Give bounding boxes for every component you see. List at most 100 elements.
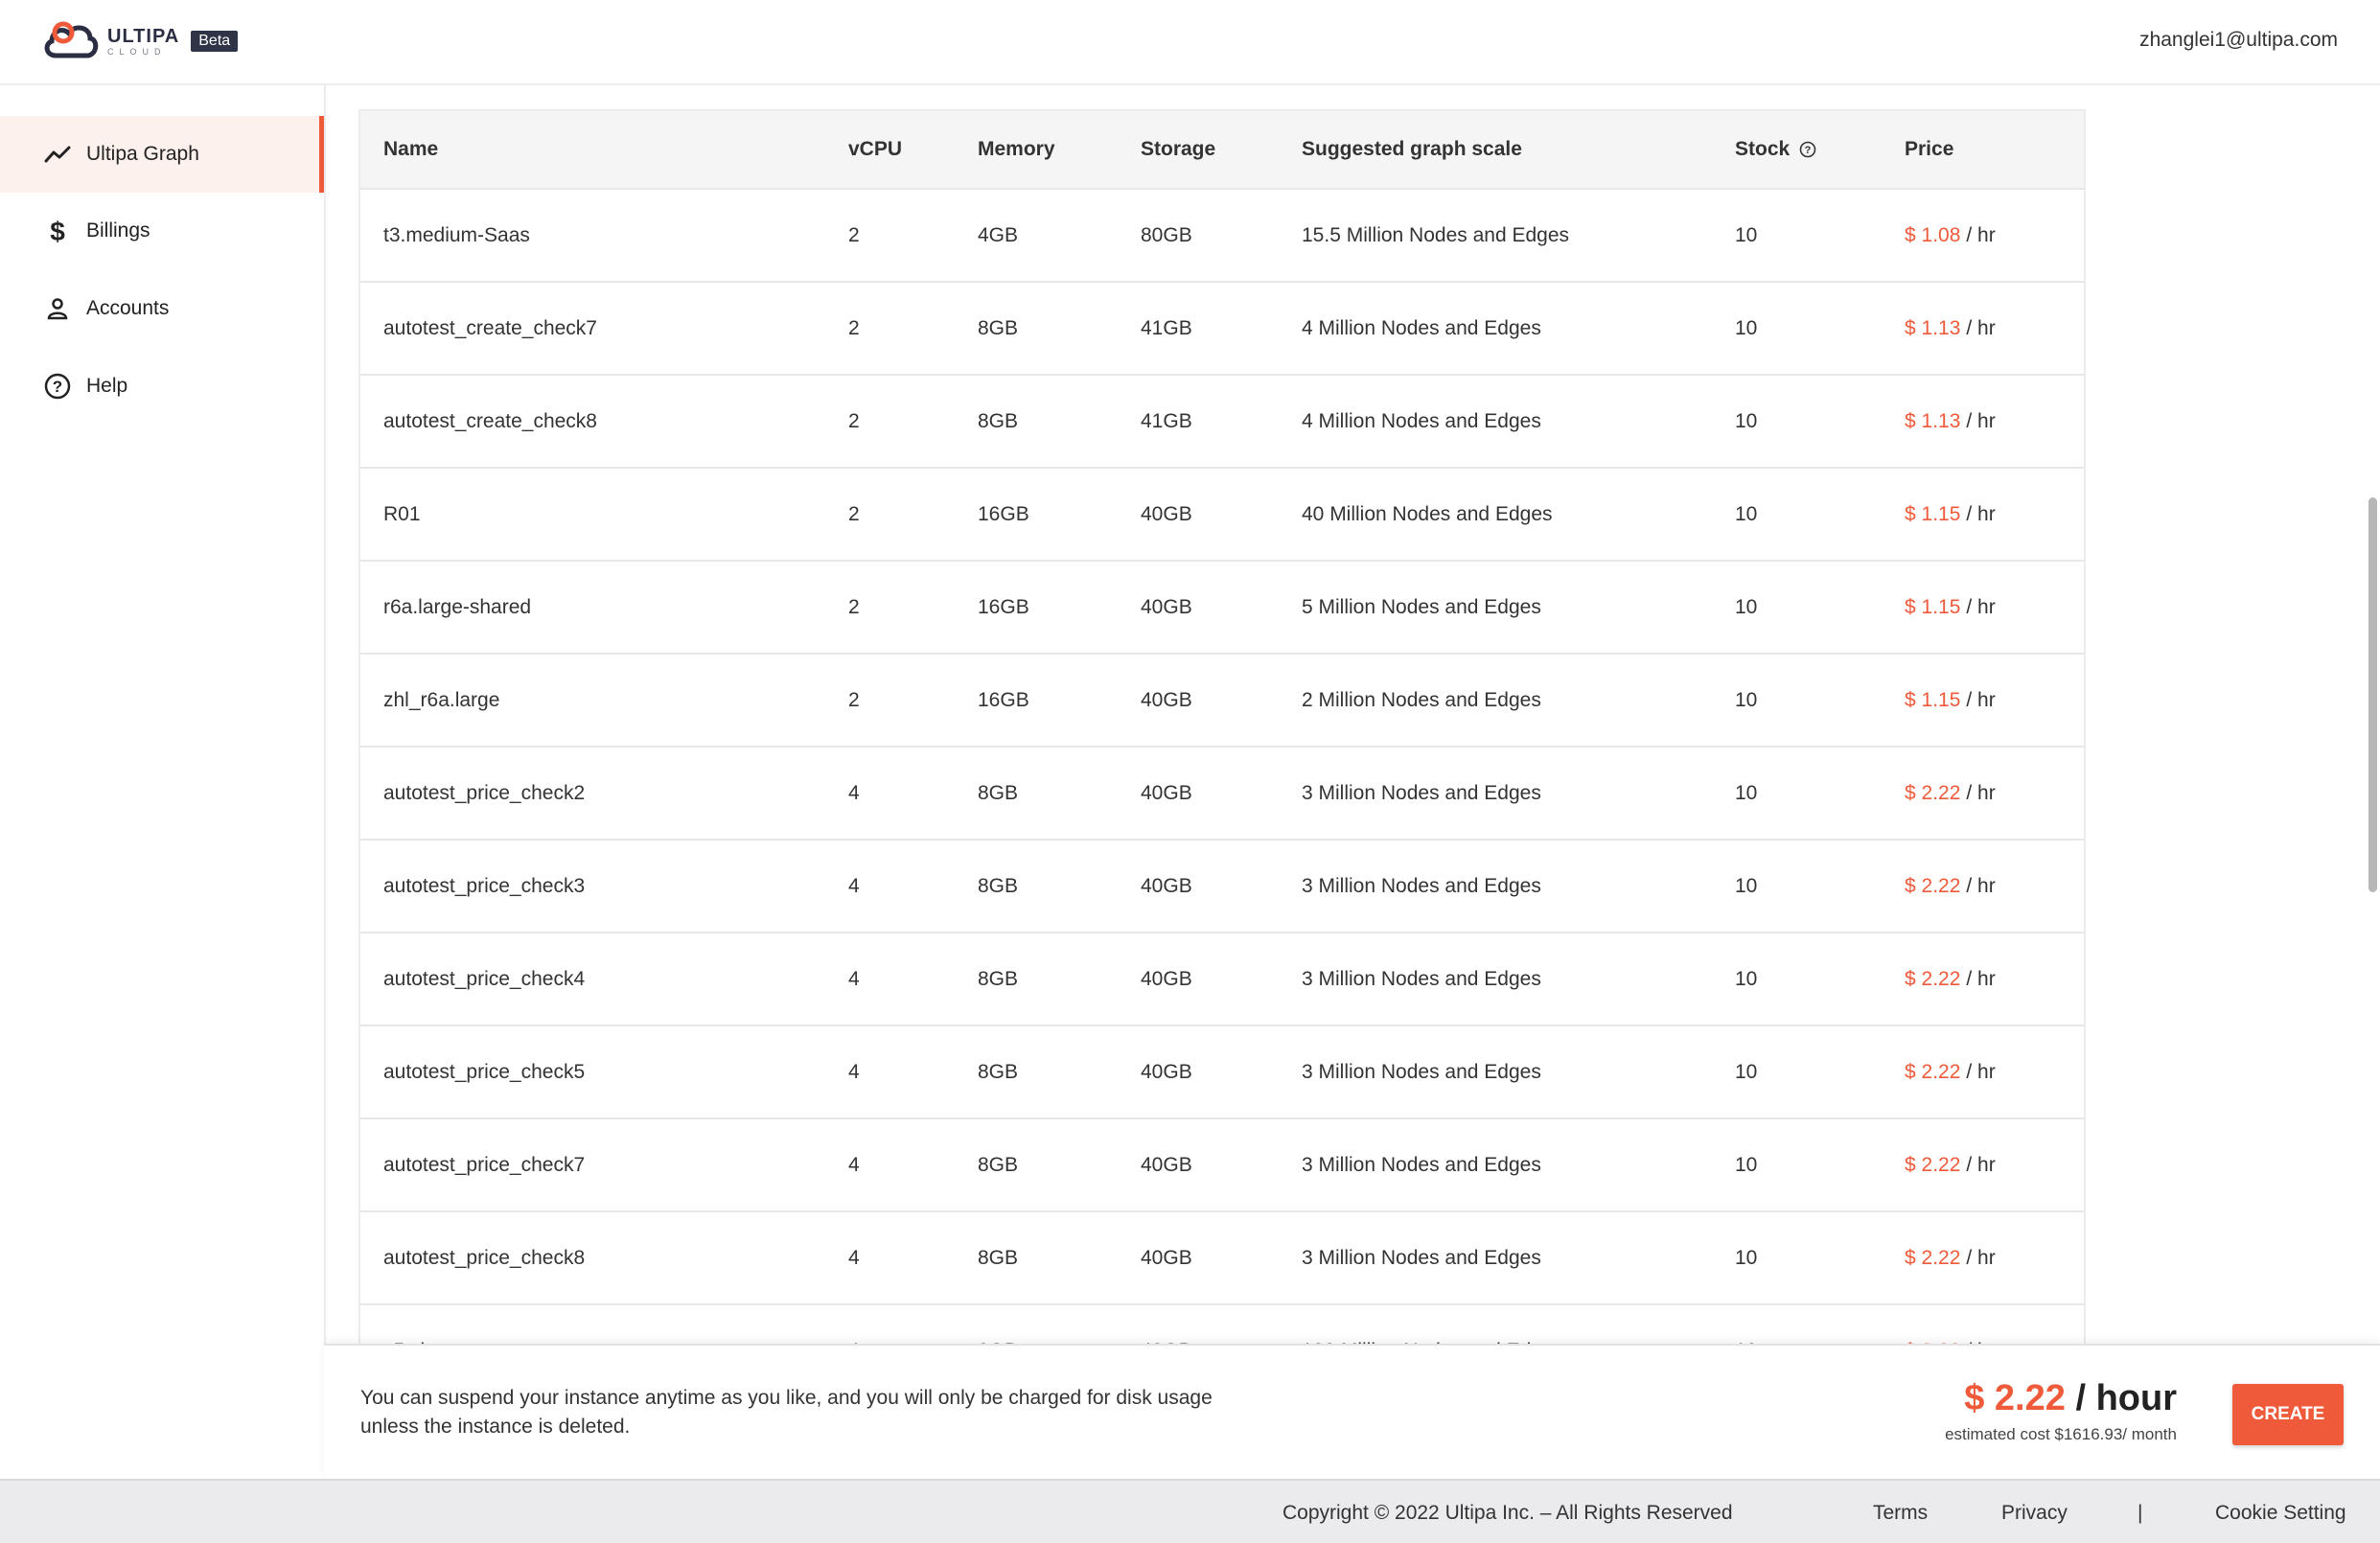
order-summary-bar: You can suspend your instance anytime as…: [324, 1344, 2380, 1479]
table-row[interactable]: r6a.large-shared 2 16GB 40GB 5 Million Nodes…: [360, 562, 2084, 655]
cell-memory: 8GB: [978, 781, 1019, 804]
table-row[interactable]: autotest_price_check5 4 8GB 40GB 3 Million N…: [360, 1026, 2084, 1119]
beta-badge: Beta: [191, 31, 239, 52]
privacy-link[interactable]: Privacy: [2001, 1502, 2068, 1525]
price-unit: / hr: [1966, 502, 1996, 525]
cell-graph-scale: 3 Million Nodes and Edges: [1302, 781, 1541, 804]
header-graph-scale[interactable]: Suggested graph scale: [1302, 111, 1522, 188]
sidebar-item-help[interactable]: ? Help: [0, 348, 324, 425]
cell-price: $ 1.13/ hr: [1905, 376, 1996, 467]
cell-graph-scale: 3 Million Nodes and Edges: [1302, 1246, 1541, 1269]
header-name[interactable]: Name: [383, 111, 438, 188]
cell-name: autotest_price_check5: [383, 1060, 586, 1083]
price-unit: / hr: [1966, 316, 1996, 339]
cell-stock: 10: [1735, 595, 1758, 618]
header-storage[interactable]: Storage: [1141, 111, 1215, 188]
table-row[interactable]: autotest_price_check4 4 8GB 40GB 3 Million N…: [360, 933, 2084, 1026]
hourly-price-amount: $ 2.22: [1964, 1378, 2066, 1418]
create-button[interactable]: CREATE: [2232, 1384, 2344, 1445]
price-value: $ 2.22: [1905, 1153, 1961, 1176]
header-stock[interactable]: Stock ?: [1735, 111, 1816, 188]
svg-text:$: $: [50, 217, 65, 245]
cell-stock: 10: [1735, 409, 1758, 432]
price-unit: / hr: [1966, 1060, 1996, 1083]
cell-vcpu: 2: [848, 316, 860, 339]
cell-storage: 40GB: [1141, 874, 1192, 897]
top-header: ULTIPA CLOUD Beta zhanglei1@ultipa.com: [0, 0, 2380, 85]
cookie-setting-link[interactable]: Cookie Setting: [2215, 1502, 2346, 1525]
cell-storage: 40GB: [1141, 1153, 1192, 1176]
header-vcpu[interactable]: vCPU: [848, 111, 902, 188]
price-unit: / hr: [1966, 874, 1996, 897]
cell-storage: 41GB: [1141, 316, 1192, 339]
price-unit: / hr: [1966, 781, 1996, 804]
cell-vcpu: 4: [848, 781, 860, 804]
question-circle-icon[interactable]: ?: [1799, 141, 1816, 158]
table-row[interactable]: autotest_price_check8 4 8GB 40GB 3 Million N…: [360, 1212, 2084, 1305]
cell-price: $ 1.15/ hr: [1905, 469, 1996, 560]
cell-stock: 10: [1735, 502, 1758, 525]
page-footer: Copyright © 2022 Ultipa Inc. – All Right…: [0, 1479, 2380, 1543]
user-email[interactable]: zhanglei1@ultipa.com: [2139, 29, 2338, 52]
price-value: $ 1.15: [1905, 502, 1961, 525]
sidebar-item-billings[interactable]: $ Billings: [0, 193, 324, 269]
cell-vcpu: 2: [848, 409, 860, 432]
header-price[interactable]: Price: [1905, 111, 1953, 188]
cell-price: $ 2.22/ hr: [1905, 1119, 1996, 1210]
cell-name: autotest_price_check2: [383, 781, 586, 804]
price-value: $ 1.08: [1905, 223, 1961, 246]
cell-graph-scale: 2 Million Nodes and Edges: [1302, 688, 1541, 711]
price-summary: $ 2.22 / hour estimated cost $1616.93/ m…: [1945, 1378, 2177, 1444]
scrollbar-thumb[interactable]: [2368, 497, 2377, 892]
table-row[interactable]: autotest_price_check3 4 8GB 40GB 3 Million N…: [360, 841, 2084, 933]
cell-graph-scale: 3 Million Nodes and Edges: [1302, 874, 1541, 897]
table-row[interactable]: autotest_price_check2 4 8GB 40GB 3 Million N…: [360, 748, 2084, 841]
table-row[interactable]: t3.medium-Saas 2 4GB 80GB 15.5 Million Nodes…: [360, 190, 2084, 283]
price-value: $ 2.22: [1905, 874, 1961, 897]
table-row[interactable]: autotest_create_check7 2 8GB 41GB 4 Million …: [360, 283, 2084, 376]
cell-memory: 16GB: [978, 595, 1029, 618]
price-value: $ 2.22: [1905, 1060, 1961, 1083]
page-scrollbar[interactable]: [2367, 85, 2380, 1344]
cell-vcpu: 4: [848, 1153, 860, 1176]
cell-stock: 10: [1735, 874, 1758, 897]
cell-stock: 10: [1735, 223, 1758, 246]
cell-stock: 10: [1735, 1060, 1758, 1083]
table-row[interactable]: autotest_price_check7 4 8GB 40GB 3 Million N…: [360, 1119, 2084, 1212]
price-value: $ 2.22: [1905, 967, 1961, 990]
cell-memory: 16GB: [978, 688, 1029, 711]
cell-stock: 10: [1735, 688, 1758, 711]
cell-storage: 41GB: [1141, 409, 1192, 432]
price-value: $ 1.13: [1905, 316, 1961, 339]
cell-memory: 8GB: [978, 1060, 1019, 1083]
cell-storage: 40GB: [1141, 967, 1192, 990]
cell-graph-scale: 5 Million Nodes and Edges: [1302, 595, 1541, 618]
dollar-icon: $: [42, 216, 73, 246]
hourly-price: $ 2.22 / hour: [1945, 1378, 2177, 1419]
sidebar-item-accounts[interactable]: Accounts: [0, 270, 324, 347]
logo-sub-text: CLOUD: [107, 46, 167, 57]
table-row[interactable]: autotest_create_check8 2 8GB 41GB 4 Million …: [360, 376, 2084, 469]
cell-name: r6a.large-shared: [383, 595, 532, 618]
ultipa-logo[interactable]: ULTIPA CLOUD Beta: [42, 17, 239, 65]
instance-type-table: Name vCPU Memory Storage Suggested graph…: [358, 109, 2086, 1400]
cell-name: autotest_price_check3: [383, 874, 586, 897]
terms-link[interactable]: Terms: [1873, 1502, 1928, 1525]
cell-price: $ 1.13/ hr: [1905, 283, 1996, 374]
cell-memory: 8GB: [978, 1246, 1019, 1269]
sidebar-item-label: Ultipa Graph: [86, 143, 199, 165]
table-row[interactable]: zhl_r6a.large 2 16GB 40GB 2 Million Nodes an…: [360, 655, 2084, 748]
sidebar-item-label: Accounts: [86, 297, 170, 319]
header-stock-label: Stock: [1735, 138, 1791, 160]
question-circle-icon: ?: [42, 371, 73, 402]
cell-name: autotest_price_check8: [383, 1246, 586, 1269]
cell-graph-scale: 40 Million Nodes and Edges: [1302, 502, 1553, 525]
sidebar-item-label: Help: [86, 375, 128, 397]
header-memory[interactable]: Memory: [978, 111, 1055, 188]
sidebar-item-ultipa-graph[interactable]: Ultipa Graph: [0, 116, 324, 193]
cell-vcpu: 2: [848, 595, 860, 618]
price-unit: / hr: [1966, 967, 1996, 990]
cell-name: R01: [383, 502, 421, 525]
table-row[interactable]: R01 2 16GB 40GB 40 Million Nodes and Edges 10…: [360, 469, 2084, 562]
cell-vcpu: 2: [848, 688, 860, 711]
